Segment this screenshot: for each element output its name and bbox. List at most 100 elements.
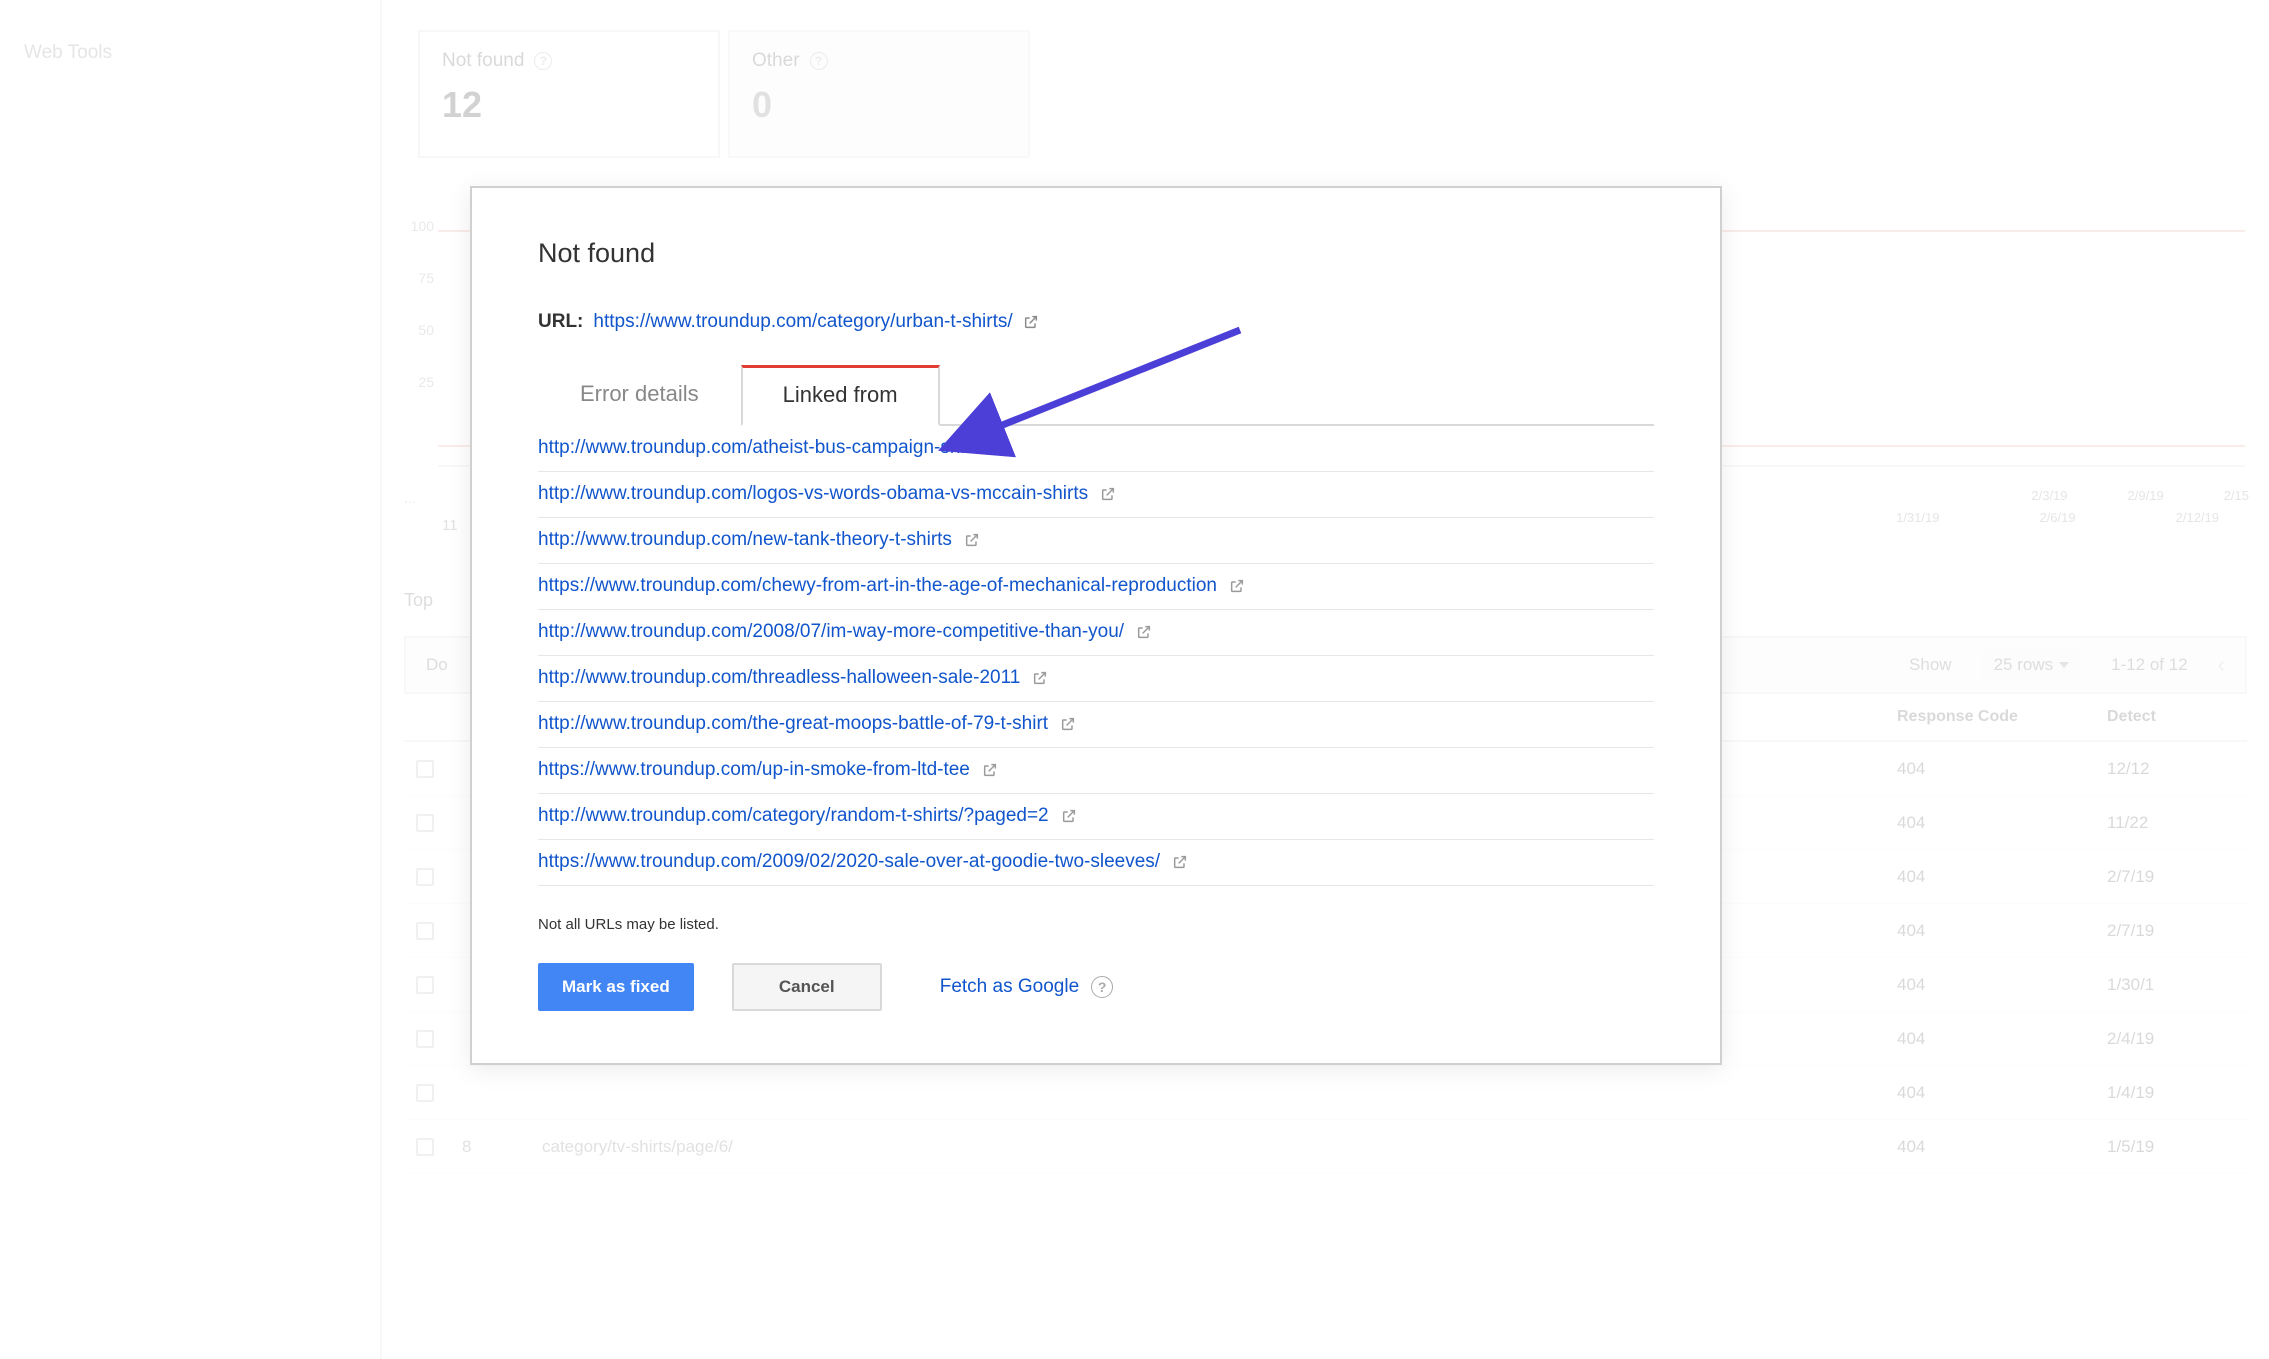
error-detail-modal: Not found URL: https://www.troundup.com/… <box>470 186 1722 1065</box>
linked-from-url[interactable]: http://www.troundup.com/new-tank-theory-… <box>538 529 952 551</box>
tab-linked-from[interactable]: Linked from <box>741 365 940 426</box>
external-link-icon[interactable] <box>988 440 1004 456</box>
row-detected: 2/7/19 <box>2107 921 2247 941</box>
row-detected: 2/4/19 <box>2107 1029 2247 1049</box>
url-label: URL: <box>538 311 583 333</box>
row-checkbox[interactable] <box>416 760 434 778</box>
row-checkbox[interactable] <box>416 976 434 994</box>
row-code: 404 <box>1897 1029 2107 1049</box>
row-code: 404 <box>1897 867 2107 887</box>
card-other-title: Other <box>752 50 800 72</box>
row-code: 404 <box>1897 921 2107 941</box>
chevron-down-icon <box>2059 662 2069 668</box>
x-tick: 1/31/19 <box>1896 510 1939 525</box>
row-checkbox[interactable] <box>416 1084 434 1102</box>
note-text: Not all URLs may be listed. <box>538 916 1654 933</box>
linked-from-url[interactable]: http://www.troundup.com/2008/07/im-way-m… <box>538 621 1124 643</box>
row-detected: 1/4/19 <box>2107 1083 2247 1103</box>
row-code: 404 <box>1897 759 2107 779</box>
row-priority: 8 <box>462 1137 542 1157</box>
row-detected: 12/12 <box>2107 759 2247 779</box>
external-link-icon[interactable] <box>1100 486 1116 502</box>
page-prev[interactable]: ‹ <box>2218 652 2225 678</box>
linked-from-row: http://www.troundup.com/category/random-… <box>538 794 1654 840</box>
linked-from-url[interactable]: https://www.troundup.com/chewy-from-art-… <box>538 575 1217 597</box>
sidebar-webtools-label[interactable]: Web Tools <box>24 42 112 64</box>
external-link-icon[interactable] <box>964 532 980 548</box>
y-tick: 75 <box>404 270 434 286</box>
row-code: 404 <box>1897 1137 2107 1157</box>
x-tick: 2/3/19 <box>2031 488 2067 503</box>
card-other[interactable]: Other ? 0 <box>728 30 1030 158</box>
page-range: 1-12 of 12 <box>2111 655 2188 675</box>
x-tick: 2/9/19 <box>2128 488 2164 503</box>
linked-from-url[interactable]: http://www.troundup.com/atheist-bus-camp… <box>538 437 976 459</box>
linked-from-row: http://www.troundup.com/the-great-moops-… <box>538 702 1654 748</box>
card-not-found-count: 12 <box>442 84 696 126</box>
download-button[interactable]: Do <box>426 655 448 675</box>
fetch-label: Fetch as Google <box>940 976 1079 998</box>
external-link-icon[interactable] <box>1136 624 1152 640</box>
table-row[interactable]: 4041/4/19 <box>404 1066 2247 1120</box>
cancel-button[interactable]: Cancel <box>732 963 882 1011</box>
linked-from-url[interactable]: https://www.troundup.com/2009/02/2020-sa… <box>538 851 1160 873</box>
linked-from-url[interactable]: https://www.troundup.com/up-in-smoke-fro… <box>538 759 970 781</box>
linked-from-url[interactable]: http://www.troundup.com/the-great-moops-… <box>538 713 1048 735</box>
chart-y-axis: 100 75 50 25 <box>404 218 434 390</box>
row-detected: 2/7/19 <box>2107 867 2247 887</box>
external-link-icon[interactable] <box>1060 716 1076 732</box>
linked-from-row: https://www.troundup.com/up-in-smoke-fro… <box>538 748 1654 794</box>
x-tick: 2/15 <box>2224 488 2249 503</box>
x-tick: 2/12/19 <box>2176 510 2219 525</box>
section-top-label: Top <box>404 590 433 611</box>
help-icon[interactable]: ? <box>1091 976 1113 998</box>
card-other-count: 0 <box>752 84 1006 126</box>
table-row[interactable]: 8category/tv-shirts/page/6/4041/5/19 <box>404 1120 2247 1174</box>
external-link-icon[interactable] <box>1172 854 1188 870</box>
linked-from-row: https://www.troundup.com/chewy-from-art-… <box>538 564 1654 610</box>
y-tick: 25 <box>404 374 434 390</box>
y-tick: 100 <box>404 218 434 234</box>
linked-from-url[interactable]: http://www.troundup.com/logos-vs-words-o… <box>538 483 1088 505</box>
row-checkbox[interactable] <box>416 1138 434 1156</box>
linked-from-row: http://www.troundup.com/atheist-bus-camp… <box>538 426 1654 472</box>
x-tick: 2/6/19 <box>2039 510 2075 525</box>
fetch-as-google-link[interactable]: Fetch as Google ? <box>940 976 1113 998</box>
help-icon[interactable]: ? <box>810 52 828 70</box>
card-not-found-title: Not found <box>442 50 524 72</box>
external-link-icon[interactable] <box>1229 578 1245 594</box>
card-not-found[interactable]: Not found ? 12 <box>418 30 720 158</box>
linked-from-row: http://www.troundup.com/2008/07/im-way-m… <box>538 610 1654 656</box>
row-detected: 11/22 <box>2107 813 2247 833</box>
rows-select-value: 25 rows <box>1994 655 2054 675</box>
modal-title: Not found <box>538 238 1654 269</box>
row-detected: 1/5/19 <box>2107 1137 2247 1157</box>
url-value-link[interactable]: https://www.troundup.com/category/urban-… <box>593 311 1012 333</box>
external-link-icon[interactable] <box>1032 670 1048 686</box>
row-detected: 1/30/1 <box>2107 975 2247 995</box>
linked-from-row: http://www.troundup.com/logos-vs-words-o… <box>538 472 1654 518</box>
row-checkbox[interactable] <box>416 868 434 886</box>
row-checkbox[interactable] <box>416 922 434 940</box>
y-tick: 50 <box>404 322 434 338</box>
help-icon[interactable]: ? <box>534 52 552 70</box>
linked-from-url[interactable]: http://www.troundup.com/category/random-… <box>538 805 1049 827</box>
rows-per-page-select[interactable]: 25 rows <box>1982 649 2082 681</box>
col-response-code[interactable]: Response Code <box>1897 708 2107 726</box>
modal-tabs: Error details Linked from <box>538 363 1654 426</box>
row-checkbox[interactable] <box>416 814 434 832</box>
external-link-icon[interactable] <box>1061 808 1077 824</box>
row-checkbox[interactable] <box>416 1030 434 1048</box>
mark-as-fixed-button[interactable]: Mark as fixed <box>538 963 694 1011</box>
external-link-icon[interactable] <box>982 762 998 778</box>
row-code: 404 <box>1897 1083 2107 1103</box>
row-code: 404 <box>1897 975 2107 995</box>
linked-from-url[interactable]: http://www.troundup.com/threadless-hallo… <box>538 667 1020 689</box>
row-url[interactable]: category/tv-shirts/page/6/ <box>542 1137 1897 1157</box>
tab-error-details[interactable]: Error details <box>538 365 741 426</box>
external-link-icon[interactable] <box>1023 314 1039 330</box>
row-code: 404 <box>1897 813 2107 833</box>
linked-from-row: http://www.troundup.com/threadless-hallo… <box>538 656 1654 702</box>
linked-from-row: http://www.troundup.com/new-tank-theory-… <box>538 518 1654 564</box>
col-detected[interactable]: Detect <box>2107 708 2247 726</box>
